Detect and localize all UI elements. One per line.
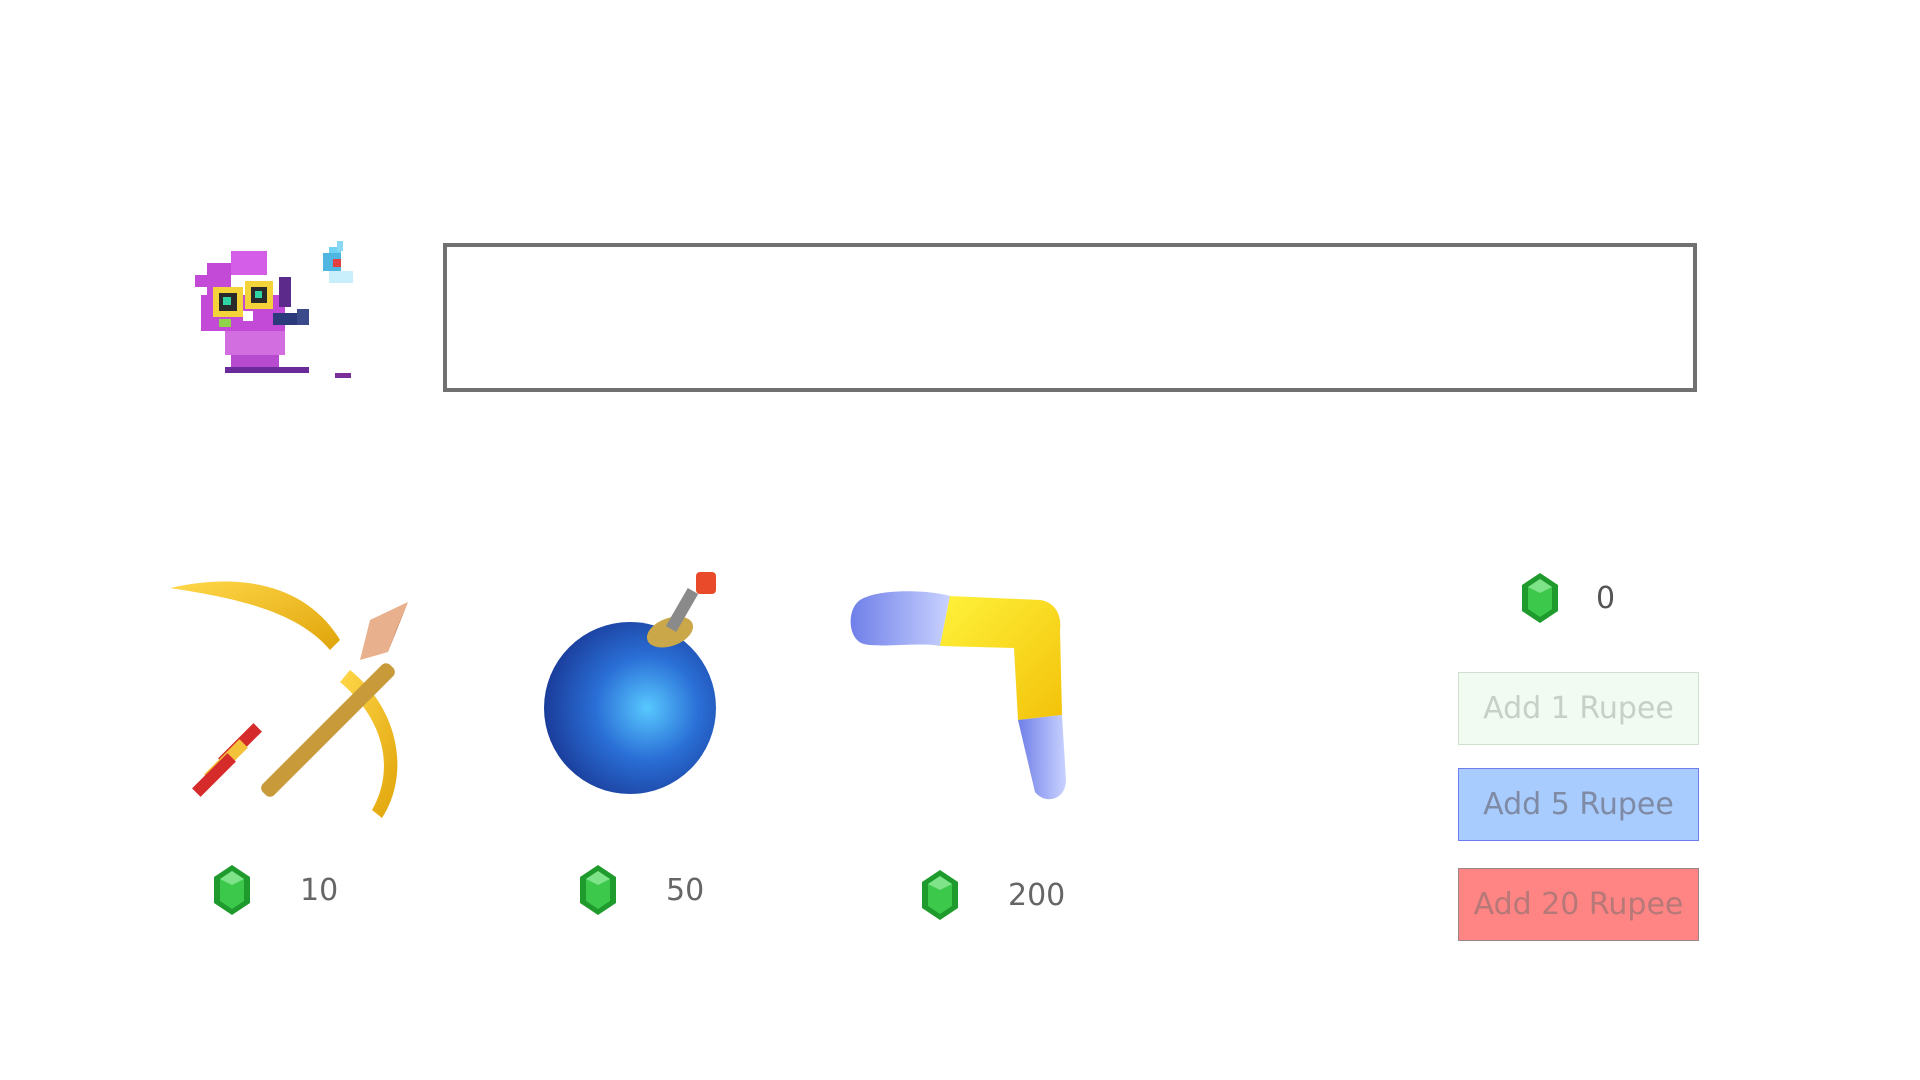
item-price: 50: [666, 872, 705, 908]
bow-and-arrow-icon: [170, 581, 408, 818]
add-1-rupee-button[interactable]: Add 1 Rupee: [1458, 672, 1699, 745]
wallet-balance: 0: [1596, 580, 1616, 616]
price-row: 10: [214, 865, 338, 915]
shop-item-bomb[interactable]: 50: [520, 560, 820, 915]
rupee-icon: [1522, 573, 1558, 623]
add-20-rupee-button[interactable]: Add 20 Rupee: [1458, 868, 1699, 941]
wallet-display: 0: [1522, 572, 1615, 624]
message-box: [443, 243, 1697, 392]
item-price: 200: [1008, 877, 1066, 913]
shop-item-boomerang[interactable]: 200: [840, 560, 1140, 920]
price-row: 200: [922, 870, 1065, 920]
rupee-icon: [214, 865, 250, 915]
shop-item-bow[interactable]: 10: [160, 560, 460, 915]
character-sprite: [195, 241, 353, 378]
price-row: 50: [580, 865, 704, 915]
boomerang-icon: [850, 591, 1066, 800]
rupee-icon: [922, 870, 958, 920]
item-price: 10: [300, 872, 339, 908]
bomb-icon: [544, 572, 716, 794]
add-5-rupee-button[interactable]: Add 5 Rupee: [1458, 768, 1699, 841]
rupee-icon: [580, 865, 616, 915]
